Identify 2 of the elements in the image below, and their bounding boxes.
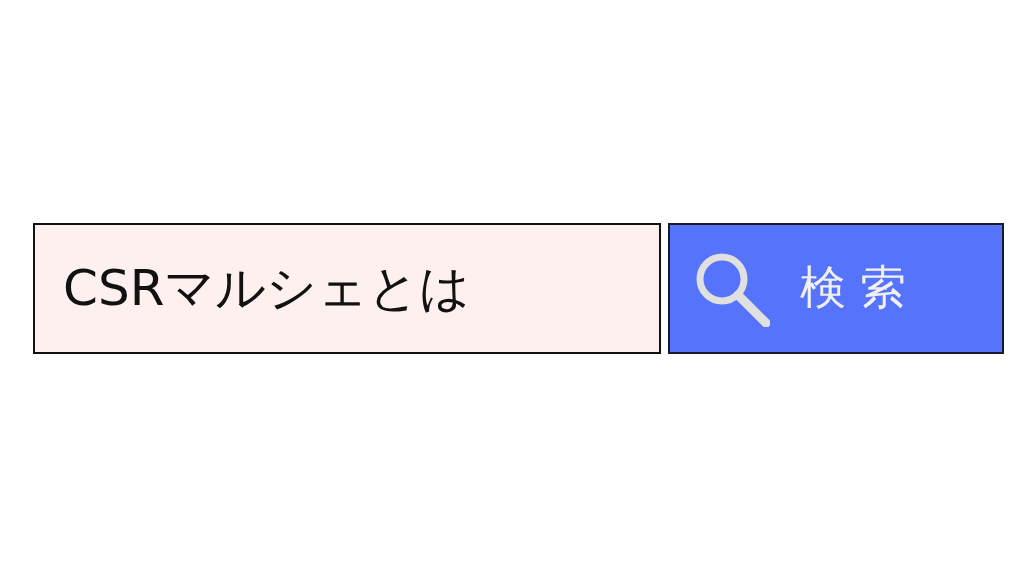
search-field[interactable]: CSRマルシェとは xyxy=(33,222,661,354)
search-button[interactable]: 検索 xyxy=(668,222,1004,354)
